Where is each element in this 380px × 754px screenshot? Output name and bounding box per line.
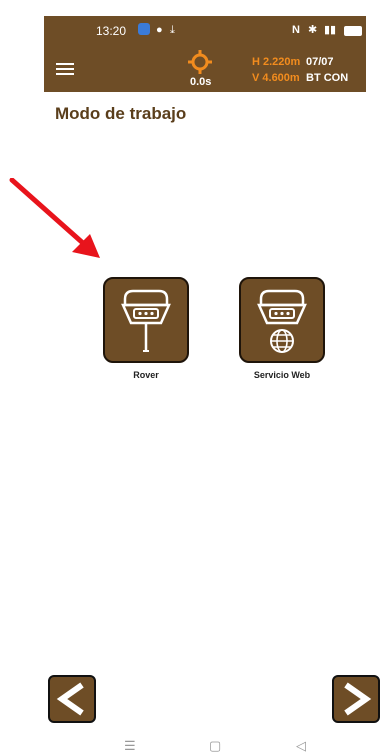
servicio-web-tile[interactable] [239, 277, 325, 363]
system-menu-button[interactable]: ☰ [124, 738, 136, 754]
timer-text: 0.0s [190, 76, 212, 88]
location-icon: ● [156, 24, 163, 36]
page-title: Modo de trabajo [55, 104, 187, 123]
mode-servicio-web[interactable]: Servicio Web [232, 277, 332, 380]
crosshair-icon[interactable] [188, 50, 212, 74]
satellite-count: 07/07 [306, 56, 334, 68]
bluetooth-icon: ✱ [308, 24, 318, 36]
red-arrow-icon [9, 178, 100, 258]
connection-status: BT CON [306, 72, 349, 84]
rover-tile[interactable] [103, 277, 189, 363]
gnss-receiver-globe-icon [257, 289, 307, 353]
signal-icon: ▮▮ [324, 24, 337, 36]
mode-rover[interactable]: Rover [96, 277, 196, 380]
mode-label-servicio-web: Servicio Web [253, 370, 311, 380]
download-icon: ⤓ [170, 24, 175, 36]
back-button[interactable] [48, 675, 96, 723]
gnss-receiver-pole-icon [121, 289, 171, 352]
nfc-icon: N [292, 24, 300, 36]
hamburger-icon[interactable] [56, 63, 74, 75]
status-time: 13:20 [96, 24, 127, 38]
system-back-button[interactable]: ◁ [296, 738, 306, 754]
h-accuracy: H 2.220m [252, 56, 301, 68]
chevron-right-icon [344, 682, 372, 716]
system-home-button[interactable]: ▢ [209, 738, 221, 754]
battery-icon [344, 26, 362, 36]
next-button[interactable] [332, 675, 380, 723]
notification-icon [138, 23, 150, 35]
chevron-left-icon [56, 682, 84, 716]
mode-label-rover: Rover [133, 370, 159, 380]
toolbar: 0.0s H 2.220m V 4.600m 07/07 BT CON [44, 46, 366, 92]
status-bar: 13:20 ● ⤓ N ✱ ▮▮ [44, 16, 366, 46]
v-accuracy: V 4.600m [252, 72, 300, 84]
